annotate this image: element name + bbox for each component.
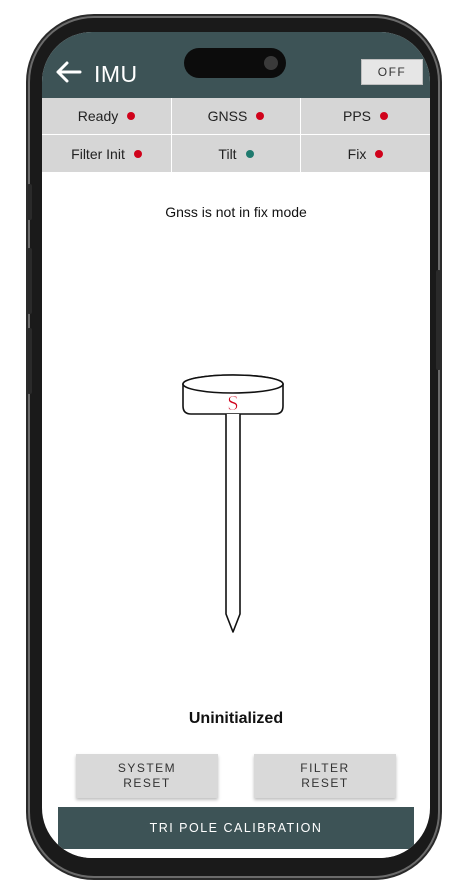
survey-pole-icon: S — [182, 374, 284, 633]
button-label-line: FILTER — [300, 761, 350, 775]
page-title: IMU — [94, 61, 138, 87]
pole-badge-text: S — [227, 391, 239, 415]
top-bar: IMU OFF — [42, 32, 430, 98]
volume-up-side-button — [27, 248, 32, 314]
button-label-line: SYSTEM — [117, 761, 177, 775]
status-tilt: Tilt — [172, 135, 301, 172]
button-label-line: RESET — [123, 776, 171, 790]
button-label-line: RESET — [301, 776, 349, 790]
home-strip — [42, 849, 430, 858]
system-reset-button[interactable]: SYSTEM RESET — [76, 754, 218, 798]
status-label: Filter Init — [71, 145, 125, 162]
status-label: Tilt — [218, 145, 237, 162]
filter-reset-button[interactable]: FILTER RESET — [254, 754, 396, 798]
dynamic-island — [184, 48, 286, 78]
status-ready: Ready — [42, 98, 172, 135]
volume-down-side-button — [27, 328, 32, 394]
off-button[interactable]: OFF — [361, 59, 423, 85]
status-indicator-icon — [380, 112, 388, 120]
status-pps: PPS — [301, 98, 430, 135]
imu-state-label: Uninitialized — [188, 710, 284, 727]
status-indicator-icon — [127, 112, 136, 120]
front-camera-icon — [264, 56, 278, 70]
status-label: PPS — [342, 108, 371, 124]
status-indicator-icon — [256, 112, 265, 120]
status-gnss: GNSS — [172, 98, 301, 135]
back-arrow-icon[interactable] — [54, 60, 82, 84]
tri-pole-calibration-button[interactable]: TRI POLE CALIBRATION — [58, 807, 414, 849]
power-side-button — [436, 270, 441, 370]
status-filter-init: Filter Init — [42, 135, 172, 172]
status-indicator-icon — [133, 149, 142, 158]
status-label: Ready — [77, 108, 119, 124]
status-grid: Ready GNSS PPS Filter Init Tilt Fix — [42, 98, 430, 172]
status-indicator-icon — [375, 149, 384, 158]
status-fix: Fix — [301, 135, 430, 172]
gnss-status-message: Gnss is not in fix mode — [165, 204, 307, 220]
app-screen: IMU OFF Ready GNSS PPS Filter Init Tilt … — [42, 32, 430, 858]
status-indicator-icon — [245, 149, 254, 158]
status-label: GNSS — [207, 108, 248, 124]
action-side-button — [27, 184, 32, 220]
status-label: Fix — [347, 145, 367, 162]
